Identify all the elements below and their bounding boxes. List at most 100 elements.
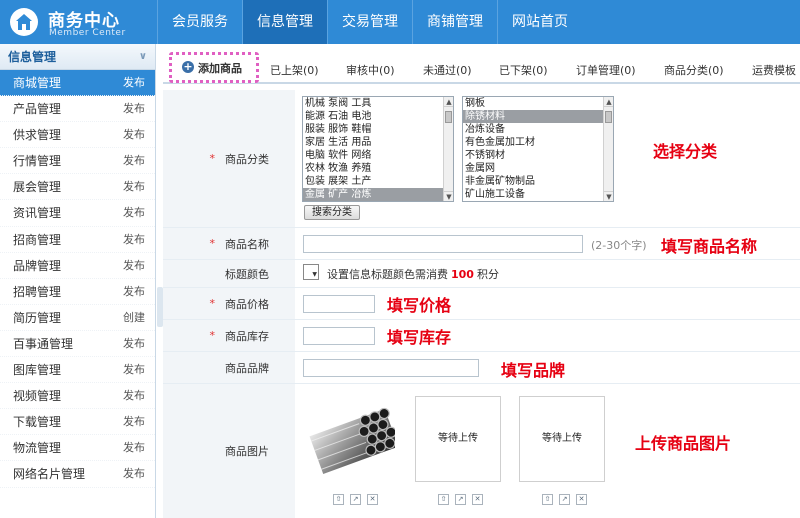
row-price: * 商品价格 填写价格 (163, 288, 800, 320)
category-option[interactable]: 服装 服饰 鞋帽 (303, 123, 453, 136)
sidebar-item-gallery[interactable]: 图库管理 发布 (0, 357, 155, 384)
delete-icon[interactable]: ✕ (472, 494, 483, 505)
nav-member-service[interactable]: 会员服务 (157, 0, 242, 44)
scroll-down-icon[interactable]: ▼ (444, 191, 453, 201)
sidebar-item-action[interactable]: 发布 (123, 70, 145, 96)
scroll-up-icon[interactable]: ▲ (444, 97, 453, 107)
subcategory-option[interactable]: 冶炼设备 (463, 123, 613, 136)
tab-orders[interactable]: 订单管理(0) (576, 62, 636, 78)
sidebar-item-knowhow[interactable]: 百事通管理 发布 (0, 331, 155, 358)
sidebar-item-action[interactable]: 发布 (123, 435, 145, 461)
sidebar-heading-label: 信息管理 (8, 50, 57, 64)
category-option[interactable]: 包装 展架 土产 (303, 175, 453, 188)
sidebar-item-action[interactable]: 发布 (123, 96, 145, 122)
sidebar-item-action[interactable]: 发布 (123, 331, 145, 357)
scroll-thumb[interactable] (445, 111, 452, 123)
nav-site-home[interactable]: 网站首页 (497, 0, 582, 44)
subcategory-option[interactable]: 有色金属加工材 (463, 136, 613, 149)
sidebar-item-investment[interactable]: 招商管理 发布 (0, 227, 155, 253)
sidebar-item-action[interactable]: 创建 (123, 305, 145, 331)
sidebar-item-recruit[interactable]: 招聘管理 发布 (0, 279, 155, 305)
sidebar-item-exhibition[interactable]: 展会管理 发布 (0, 174, 155, 201)
sidebar-heading[interactable]: 信息管理 ∨ (0, 44, 155, 70)
sidebar-item-news[interactable]: 资讯管理 发布 (0, 200, 155, 227)
brand-input[interactable] (303, 359, 479, 377)
category-option-selected[interactable]: 金属 矿产 冶炼 (303, 188, 453, 201)
search-category-button[interactable]: 搜索分类 (304, 205, 360, 220)
sidebar-item-resume[interactable]: 简历管理 创建 (0, 305, 155, 331)
category-option[interactable]: 农林 牧渔 养殖 (303, 162, 453, 175)
sidebar-item-action[interactable]: 发布 (123, 227, 145, 253)
open-icon[interactable]: ↗ (559, 494, 570, 505)
product-name-input[interactable] (303, 235, 583, 253)
sidebar-item-logistics[interactable]: 物流管理 发布 (0, 435, 155, 462)
sidebar-item-label: 商城管理 (13, 76, 62, 90)
sidebar-item-action[interactable]: 发布 (123, 253, 145, 279)
product-image-3-placeholder[interactable]: 等待上传 (519, 396, 605, 482)
color-picker[interactable]: ▼ (303, 264, 319, 280)
category-option[interactable]: 电脑 软件 网络 (303, 149, 453, 162)
sidebar-item-label: 视频管理 (13, 389, 62, 404)
sidebar-item-action[interactable]: 发布 (123, 279, 145, 305)
sidebar-item-action[interactable]: 发布 (123, 200, 145, 226)
tab-on-shelf[interactable]: 已上架(0) (270, 62, 319, 78)
upload-icon[interactable]: ⇧ (542, 494, 553, 505)
subcategory-option-selected[interactable]: 除锈材料 (463, 110, 613, 123)
scroll-down-icon[interactable]: ▼ (604, 191, 613, 201)
sidebar-item-brand[interactable]: 品牌管理 发布 (0, 253, 155, 279)
tab-add-product[interactable]: + 添加商品 (169, 52, 259, 83)
sidebar-item-namecard[interactable]: 网络名片管理 发布 (0, 461, 155, 488)
category-option[interactable]: 能源 石油 电池 (303, 110, 453, 123)
delete-icon[interactable]: ✕ (576, 494, 587, 505)
sidebar-item-action[interactable]: 发布 (123, 357, 145, 383)
subcategory-option[interactable]: 不锈钢材 (463, 149, 613, 162)
tab-reviewing[interactable]: 审核中(0) (346, 62, 395, 78)
sidebar-item-video[interactable]: 视频管理 发布 (0, 383, 155, 410)
price-input[interactable] (303, 295, 375, 313)
listbox-scrollbar[interactable]: ▲ ▼ (443, 97, 453, 201)
subcategory-option[interactable]: 矿山施工设备 (463, 188, 613, 201)
brand-label: 商品品牌 (163, 352, 295, 383)
open-icon[interactable]: ↗ (350, 494, 361, 505)
product-name-hint: (2-30个字) (591, 239, 647, 252)
nav-info-management[interactable]: 信息管理 (242, 0, 327, 44)
sidebar-item-mall[interactable]: 商城管理 发布 (0, 70, 155, 97)
scroll-thumb[interactable] (605, 111, 612, 123)
sidebar-item-supply[interactable]: 供求管理 发布 (0, 122, 155, 149)
tab-shipping-template[interactable]: 运费模板 (752, 62, 796, 78)
sidebar-item-action[interactable]: 发布 (123, 409, 145, 435)
sidebar-item-action[interactable]: 发布 (123, 122, 145, 148)
subcategory-option[interactable]: 钢板 (463, 97, 613, 110)
category-listbox-primary[interactable]: 机械 泵阀 工具 能源 石油 电池 服装 服饰 鞋帽 家居 生活 用品 电脑 软… (302, 96, 454, 202)
sidebar-item-action[interactable]: 发布 (123, 174, 145, 200)
upload-icon[interactable]: ⇧ (333, 494, 344, 505)
product-name-label: * 商品名称 (163, 228, 295, 259)
product-image-2-placeholder[interactable]: 等待上传 (415, 396, 501, 482)
scroll-up-icon[interactable]: ▲ (604, 97, 613, 107)
tab-off-shelf[interactable]: 已下架(0) (499, 62, 548, 78)
sidebar-item-download[interactable]: 下载管理 发布 (0, 409, 155, 436)
category-option[interactable]: 机械 泵阀 工具 (303, 97, 453, 110)
category-option[interactable]: 家居 生活 用品 (303, 136, 453, 149)
upload-icon[interactable]: ⇧ (438, 494, 449, 505)
product-image-1[interactable] (309, 396, 399, 482)
nav-trade-management[interactable]: 交易管理 (327, 0, 412, 44)
logo[interactable]: 商务中心 Member Center (8, 6, 158, 40)
sidebar-item-action[interactable]: 发布 (123, 383, 145, 409)
delete-icon[interactable]: ✕ (367, 494, 378, 505)
open-icon[interactable]: ↗ (455, 494, 466, 505)
sidebar-item-market[interactable]: 行情管理 发布 (0, 148, 155, 175)
nav-shop-management[interactable]: 商铺管理 (412, 0, 497, 44)
tab-rejected[interactable]: 未通过(0) (423, 62, 472, 78)
sidebar-item-label: 招商管理 (13, 232, 62, 247)
subcategory-option[interactable]: 非金属矿物制品 (463, 175, 613, 188)
sidebar-item-label: 百事通管理 (13, 336, 74, 351)
listbox-scrollbar[interactable]: ▲ ▼ (603, 97, 613, 201)
tab-product-categories[interactable]: 商品分类(0) (664, 62, 724, 78)
stock-input[interactable] (303, 327, 375, 345)
subcategory-option[interactable]: 金属网 (463, 162, 613, 175)
sidebar-item-product[interactable]: 产品管理 发布 (0, 96, 155, 123)
category-listbox-secondary[interactable]: 钢板 除锈材料 冶炼设备 有色金属加工材 不锈钢材 金属网 非金属矿物制品 矿山… (462, 96, 614, 202)
sidebar-item-action[interactable]: 发布 (123, 148, 145, 174)
sidebar-item-action[interactable]: 发布 (123, 461, 145, 487)
